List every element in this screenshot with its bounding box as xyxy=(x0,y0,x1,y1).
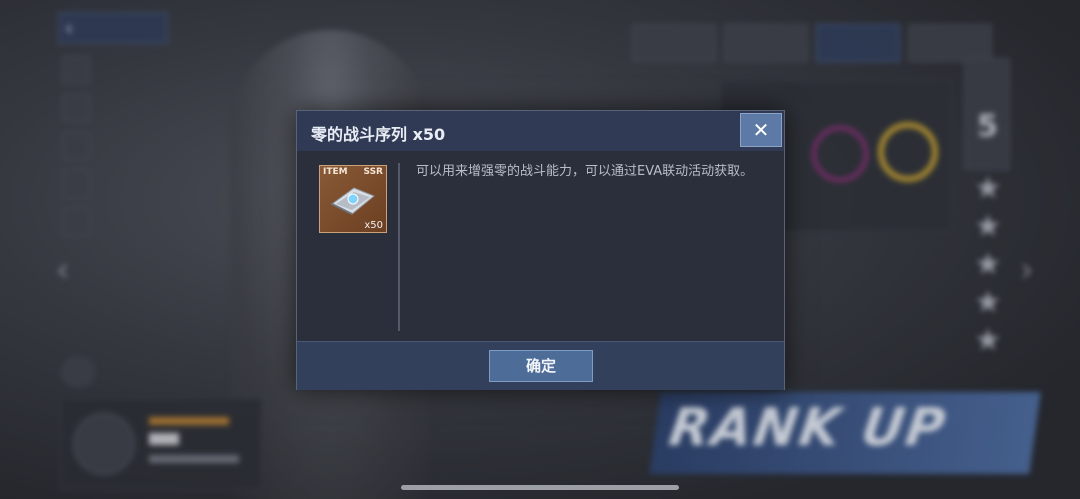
rank-up-button[interactable]: RANK UP xyxy=(649,392,1041,474)
side-menu-icon[interactable] xyxy=(62,170,90,198)
dialog-footer: 确定 xyxy=(297,341,784,390)
item-quantity: x50 xyxy=(364,220,383,231)
chevron-left-icon: ‹ xyxy=(65,16,73,40)
combat-sequence-item-icon xyxy=(331,187,375,215)
confirm-button[interactable]: 确定 xyxy=(489,350,593,382)
side-menu xyxy=(62,56,90,246)
skill-ring-icon xyxy=(878,122,938,182)
character-rarity-bar xyxy=(149,417,229,425)
item-card: ITEM SSR x50 xyxy=(319,165,387,233)
rank-level-box: 5 xyxy=(964,58,1010,170)
emblem-icon xyxy=(60,356,96,388)
item-info-dialog: 零的战斗序列 x50 ✕ ITEM SSR x50 可以用来增强零的战斗能力，可… xyxy=(296,110,785,390)
chevron-right-icon[interactable]: › xyxy=(1020,250,1034,290)
star-icon: ★ xyxy=(974,171,1002,206)
item-description: 可以用来增强零的战斗能力，可以通过EVA联动活动获取。 xyxy=(416,164,754,179)
dialog-title: 零的战斗序列 x50 xyxy=(311,125,446,144)
star-icon: ★ xyxy=(974,285,1002,320)
chevron-left-icon[interactable]: ‹ xyxy=(56,250,70,290)
item-type-label: ITEM xyxy=(323,167,348,177)
character-emblem-icon xyxy=(73,413,135,475)
star-icon: ★ xyxy=(974,247,1002,282)
star-icon: ★ xyxy=(974,323,1002,358)
rank-up-label: RANK UP xyxy=(665,398,951,458)
tab[interactable] xyxy=(724,24,808,62)
star-icon: ★ xyxy=(974,209,1002,244)
top-tabs xyxy=(632,24,1000,66)
tab[interactable] xyxy=(908,24,992,62)
character-name-bar xyxy=(149,433,179,445)
home-indicator[interactable] xyxy=(401,485,679,490)
side-menu-icon[interactable] xyxy=(62,208,90,236)
dialog-header: 零的战斗序列 x50 ✕ xyxy=(297,111,784,151)
close-button[interactable]: ✕ xyxy=(740,113,782,147)
tab-active[interactable] xyxy=(816,24,900,62)
side-menu-icon[interactable] xyxy=(62,56,90,84)
character-subtitle-bar xyxy=(149,455,239,463)
rank-number: 5 xyxy=(977,109,998,144)
back-button[interactable]: ‹ xyxy=(58,12,168,44)
divider xyxy=(398,163,400,331)
tab[interactable] xyxy=(632,24,716,62)
rank-stars: ★ ★ ★ ★ ★ xyxy=(968,170,1008,360)
dialog-body: ITEM SSR x50 可以用来增强零的战斗能力，可以通过EVA联动活动获取。 xyxy=(297,151,784,341)
character-card xyxy=(60,398,262,490)
side-menu-icon[interactable] xyxy=(62,132,90,160)
side-menu-icon[interactable] xyxy=(62,94,90,122)
close-icon: ✕ xyxy=(752,118,770,142)
skill-ring-icon xyxy=(812,126,868,182)
item-rarity-label: SSR xyxy=(363,167,384,177)
